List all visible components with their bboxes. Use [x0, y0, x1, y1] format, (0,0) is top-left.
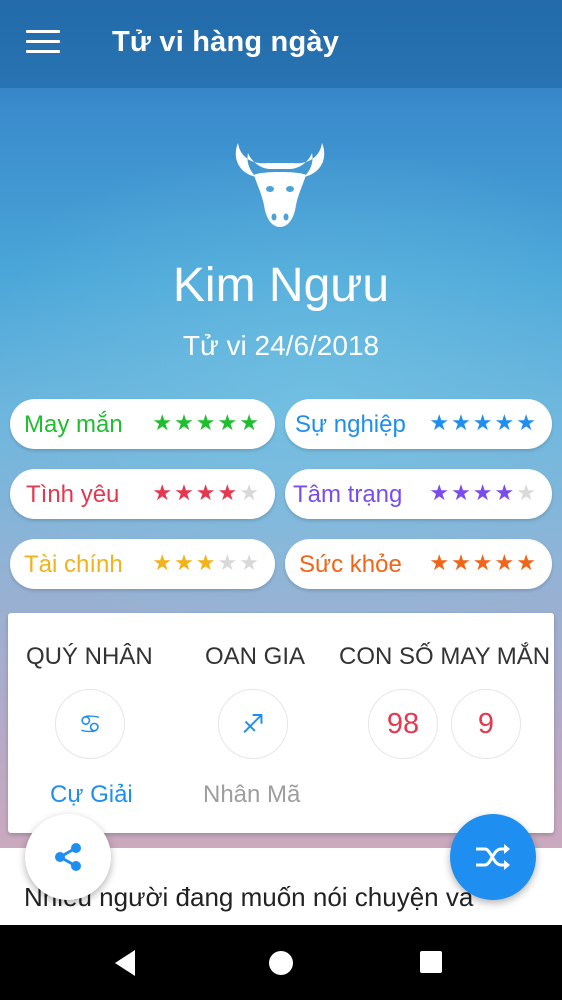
- star-icon: ★: [451, 550, 473, 575]
- guardian-sign-name[interactable]: Cự Giải: [50, 781, 133, 809]
- rating-stars: ★★★★★: [429, 550, 538, 576]
- rating-label: Tâm trạng: [293, 481, 403, 508]
- rating-stars: ★★★★★: [429, 410, 538, 436]
- shuffle-button[interactable]: [450, 814, 536, 900]
- shuffle-icon: [476, 844, 510, 870]
- rating-label: Sức khỏe: [299, 551, 402, 578]
- rating-stars: ★★★★★: [152, 410, 261, 436]
- rating-stars: ★★★★★: [429, 480, 538, 506]
- star-icon: ★: [174, 550, 196, 575]
- star-icon: ★: [152, 480, 175, 505]
- star-icon: ★: [239, 480, 261, 505]
- enemy-heading: OAN GIA: [205, 643, 306, 670]
- rating-pill-love: Tình yêu ★★★★★: [10, 469, 275, 519]
- guardian-heading: QUÝ NHÂN: [26, 643, 153, 670]
- enemy-sign-name: Nhân Mã: [203, 781, 301, 808]
- enemy-sign-button[interactable]: ♐: [218, 689, 288, 759]
- star-icon: ★: [516, 550, 538, 575]
- recents-icon[interactable]: [419, 950, 443, 974]
- home-icon[interactable]: [266, 948, 296, 978]
- rating-label: Tình yêu: [26, 481, 120, 508]
- share-button[interactable]: [25, 814, 111, 900]
- sagittarius-icon: ♐: [241, 708, 265, 739]
- star-icon: ★: [217, 550, 240, 575]
- star-icon: ★: [451, 480, 473, 505]
- share-icon: [55, 843, 81, 871]
- star-icon: ★: [494, 410, 517, 435]
- star-icon: ★: [429, 480, 452, 505]
- star-icon: ★: [152, 410, 175, 435]
- system-nav-bar: [0, 925, 562, 1000]
- star-icon: ★: [516, 410, 538, 435]
- star-icon: ★: [429, 550, 452, 575]
- star-icon: ★: [472, 480, 495, 505]
- rating-pill-health: Sức khỏe ★★★★★: [285, 539, 552, 589]
- star-icon: ★: [217, 410, 240, 435]
- star-icon: ★: [174, 480, 196, 505]
- rating-pill-career: Sự nghiệp ★★★★★: [285, 399, 552, 449]
- taurus-bull-icon: [235, 143, 325, 227]
- horoscope-date: Tử vi 24/6/2018: [182, 330, 380, 361]
- star-icon: ★: [174, 410, 196, 435]
- star-icon: ★: [451, 410, 473, 435]
- rating-label: May mắn: [24, 411, 123, 438]
- lucky-number: 9: [451, 689, 521, 759]
- star-icon: ★: [217, 480, 240, 505]
- rating-stars: ★★★★★: [152, 550, 261, 576]
- rating-pill-luck: May mắn ★★★★★: [10, 399, 275, 449]
- star-icon: ★: [152, 550, 175, 575]
- app-title: Tử vi hàng ngày: [112, 26, 340, 58]
- star-icon: ★: [239, 410, 261, 435]
- back-icon[interactable]: [111, 948, 139, 978]
- compatibility-card: QUÝ NHÂN OAN GIA CON SỐ MAY MẮN ♋ ♐ 98 9…: [8, 613, 554, 833]
- rating-pill-finance: Tài chính ★★★★★: [10, 539, 275, 589]
- rating-stars: ★★★★★: [152, 480, 261, 506]
- zodiac-sign-name: Kim Ngưu: [172, 259, 390, 312]
- guardian-sign-button[interactable]: ♋: [55, 689, 125, 759]
- star-icon: ★: [472, 410, 495, 435]
- star-icon: ★: [494, 480, 517, 505]
- star-icon: ★: [195, 410, 218, 435]
- rating-pill-mood: Tâm trạng ★★★★★: [285, 469, 552, 519]
- star-icon: ★: [195, 550, 218, 575]
- star-icon: ★: [239, 550, 261, 575]
- app-bar: Tử vi hàng ngày: [0, 0, 562, 88]
- star-icon: ★: [472, 550, 495, 575]
- star-icon: ★: [429, 410, 452, 435]
- star-icon: ★: [195, 480, 218, 505]
- lucky-number: 98: [368, 689, 438, 759]
- cancer-icon: ♋: [78, 708, 102, 739]
- star-icon: ★: [494, 550, 517, 575]
- app-screen: Tử vi hàng ngày Kim Ngưu Tử vi 24/6/2018…: [0, 0, 562, 925]
- rating-label: Sự nghiệp: [295, 411, 406, 438]
- star-icon: ★: [516, 480, 538, 505]
- lucky-number-heading: CON SỐ MAY MẮN: [339, 643, 551, 670]
- rating-label: Tài chính: [24, 551, 123, 578]
- menu-icon[interactable]: [26, 30, 60, 58]
